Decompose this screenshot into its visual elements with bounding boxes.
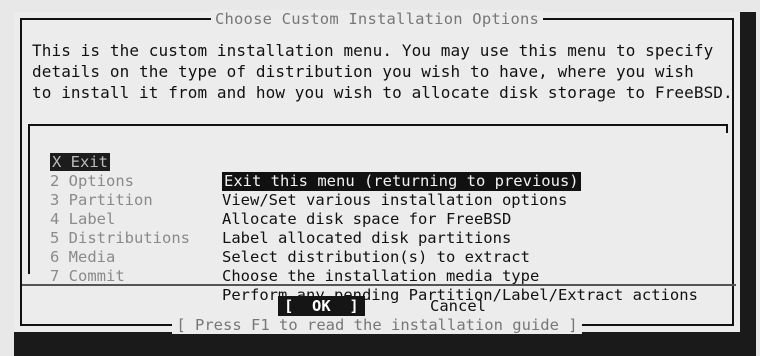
menu-list: X Exit Exit this menu (returning to prev… xyxy=(50,134,698,304)
button-separator xyxy=(22,284,736,286)
dialog-description: This is the custom installation menu. Yo… xyxy=(32,40,742,103)
menu-item-options[interactable]: 2 Options View/Set various installation … xyxy=(50,153,567,209)
menu-item-desc: Label allocated disk partitions xyxy=(222,229,512,247)
dialog-title: Choose Custom Installation Options xyxy=(210,10,544,28)
menu-item-desc: Allocate disk space for FreeBSD xyxy=(222,210,512,228)
menu-item-media[interactable]: 6 Media Choose the installation media ty… xyxy=(50,229,539,285)
cancel-button[interactable]: Cancel xyxy=(430,296,486,316)
menu-item-desc: View/Set various installation options xyxy=(222,191,568,209)
description-line: details on the type of distribution you … xyxy=(32,62,694,81)
ok-button[interactable]: [ OK ] xyxy=(278,296,365,316)
custom-install-dialog: Choose Custom Installation Options This … xyxy=(14,10,740,334)
menu-item-partition[interactable]: 3 Partition Allocate disk space for Free… xyxy=(50,172,511,228)
menu-item-distributions[interactable]: 5 Distributions Select distribution(s) t… xyxy=(50,210,530,266)
menu-item-label[interactable]: 4 Label Label allocated disk partitions xyxy=(50,191,511,247)
menu-item-desc: Exit this menu (returning to previous) xyxy=(222,172,581,191)
button-row: [ OK ] Cancel xyxy=(22,296,736,316)
description-line: to install it from and how you wish to a… xyxy=(32,83,733,102)
help-hint: [ Press F1 to read the installation guid… xyxy=(172,316,582,334)
dialog-frame: Choose Custom Installation Options This … xyxy=(20,10,736,334)
menu-item-commit[interactable]: 7 Commit Perform any pending Partition/L… xyxy=(50,248,698,304)
menu-box: X Exit Exit this menu (returning to prev… xyxy=(28,124,728,304)
description-line: This is the custom installation menu. Yo… xyxy=(32,41,714,60)
menu-item-desc: Select distribution(s) to extract xyxy=(222,248,530,266)
menu-item-exit[interactable]: X Exit Exit this menu (returning to prev… xyxy=(50,134,581,191)
